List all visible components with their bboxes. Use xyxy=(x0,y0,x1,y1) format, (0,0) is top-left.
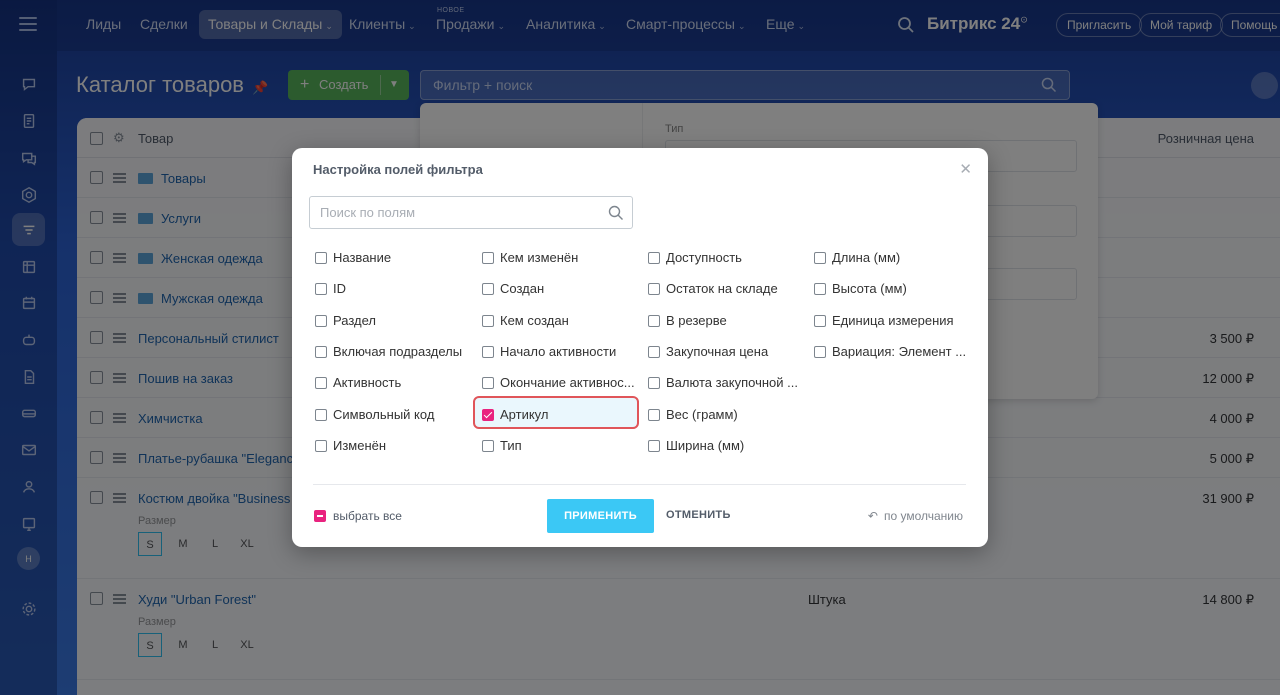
field-option-checkbox[interactable] xyxy=(648,283,660,296)
field-option-label: ID xyxy=(333,281,346,297)
field-option-label: Кем создан xyxy=(500,312,569,328)
field-option-checkbox[interactable] xyxy=(315,377,327,390)
field-option-label: Единица измерения xyxy=(832,312,954,328)
close-icon[interactable]: ✕ xyxy=(959,160,972,178)
field-option-label: Длина (мм) xyxy=(832,250,901,265)
field-option-checkbox[interactable] xyxy=(814,345,826,358)
field-option-label: Окончание активнос... xyxy=(500,375,635,391)
reset-label: по умолчанию xyxy=(883,509,963,523)
dialog-title: Настройка полей фильтра xyxy=(313,162,483,177)
filter-fields-settings-dialog: Настройка полей фильтра ✕ Название ID Разд… xyxy=(292,148,988,547)
field-option-label: Доступность xyxy=(666,250,742,265)
field-option-checkbox[interactable] xyxy=(482,408,494,421)
field-option-label: Кем изменён xyxy=(500,250,579,265)
field-option-checkbox[interactable] xyxy=(315,283,327,296)
field-option-label: Артикул xyxy=(500,406,549,422)
field-option-checkbox[interactable] xyxy=(315,408,327,421)
undo-icon: ↶ xyxy=(867,509,878,523)
field-option-label: Название xyxy=(333,250,392,265)
highlight-frame xyxy=(473,396,639,429)
field-option-label: Тип xyxy=(500,437,522,453)
field-option-label: Изменён xyxy=(333,437,387,453)
field-search-input[interactable] xyxy=(310,197,600,228)
field-option-checkbox[interactable] xyxy=(315,345,327,358)
field-option-label: Высота (мм) xyxy=(832,281,907,297)
field-option-checkbox[interactable] xyxy=(648,314,660,327)
field-option-label: Символьный код xyxy=(333,406,435,422)
field-option-label: Вариация: Элемент ... xyxy=(832,343,967,359)
field-option-checkbox[interactable] xyxy=(482,252,494,264)
field-option-checkbox[interactable] xyxy=(648,345,660,358)
field-option-checkbox[interactable] xyxy=(814,283,826,296)
field-option-label: Начало активности xyxy=(500,343,617,359)
field-option-checkbox[interactable] xyxy=(482,314,494,327)
field-option-checkbox[interactable] xyxy=(315,439,327,452)
reset-default-button[interactable]: ↶ по умолчанию xyxy=(868,509,963,523)
field-option-label: Вес (грамм) xyxy=(666,406,738,422)
select-all-label: выбрать все xyxy=(333,509,402,523)
field-option-label: Создан xyxy=(500,281,545,297)
field-option-label: Валюта закупочной ... xyxy=(666,375,798,391)
field-option-checkbox[interactable] xyxy=(648,439,660,452)
field-option-checkbox[interactable] xyxy=(482,345,494,358)
field-option-label: Включая подразделы xyxy=(333,343,463,359)
field-option-label: Раздел xyxy=(333,312,376,328)
field-search xyxy=(309,196,633,229)
field-option-checkbox[interactable] xyxy=(315,314,327,327)
field-option-label: В резерве xyxy=(666,312,727,328)
apply-button[interactable]: ПРИМЕНИТЬ xyxy=(547,499,654,533)
cancel-button[interactable]: ОТМЕНИТЬ xyxy=(666,509,731,521)
field-option-label: Остаток на складе xyxy=(666,281,778,297)
field-option-label: Ширина (мм) xyxy=(666,437,745,453)
select-all-checkbox[interactable] xyxy=(314,510,326,522)
field-option-checkbox[interactable] xyxy=(482,377,494,390)
divider xyxy=(313,484,966,485)
search-icon xyxy=(608,205,623,220)
field-option-checkbox[interactable] xyxy=(482,439,494,452)
field-option-checkbox[interactable] xyxy=(648,252,660,264)
field-option-checkbox[interactable] xyxy=(648,408,660,421)
field-option-label: Закупочная цена xyxy=(666,343,769,359)
field-option-checkbox[interactable] xyxy=(814,252,826,264)
field-option-checkbox[interactable] xyxy=(648,377,660,390)
field-option-checkbox[interactable] xyxy=(315,252,327,264)
field-option-checkbox[interactable] xyxy=(482,283,494,296)
field-option-label: Активность xyxy=(333,375,402,391)
field-option-checkbox[interactable] xyxy=(814,314,826,327)
